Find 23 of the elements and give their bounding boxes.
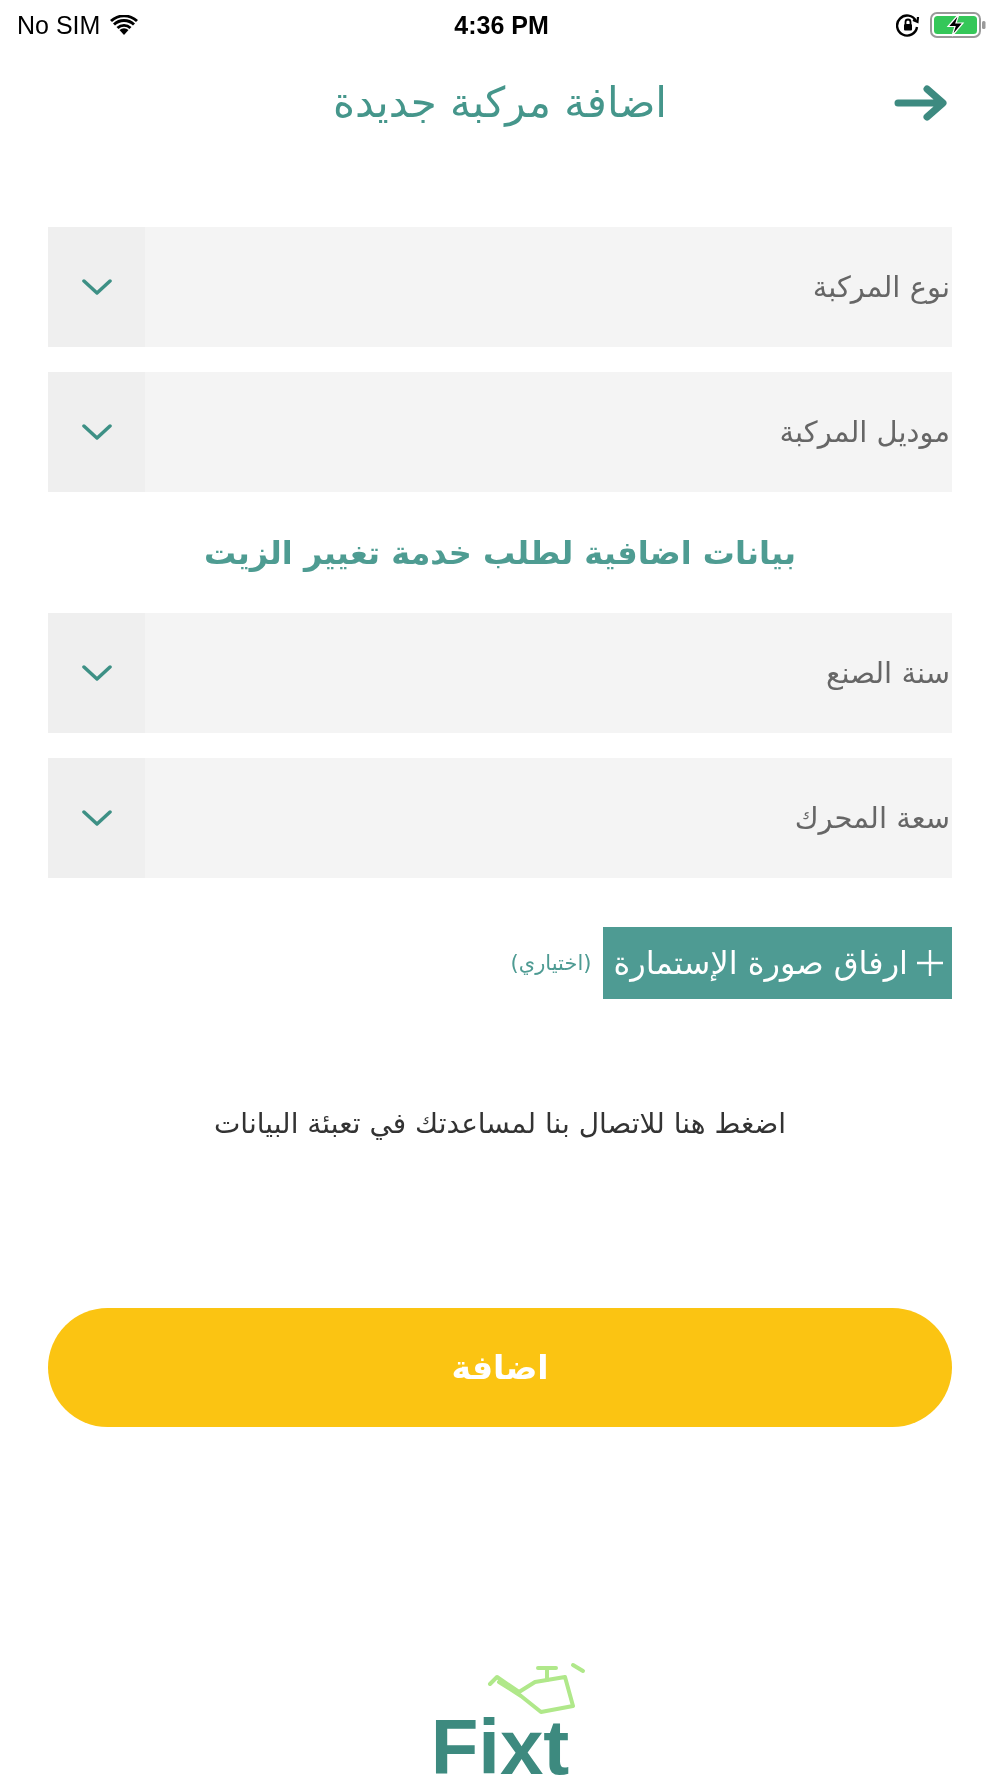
wifi-icon (110, 14, 139, 36)
back-button[interactable] (894, 84, 948, 121)
plus-icon (916, 949, 944, 977)
section-heading: بيانات اضافية لطلب خدمة تغيير الزيت (203, 533, 797, 572)
page-title: اضافة مركبة جديدة (333, 78, 667, 127)
oil-can-icon (487, 1662, 587, 1716)
dropdown-field[interactable]: نوع المركبة (48, 227, 952, 347)
dropdown-field[interactable]: سنة الصنع (48, 613, 952, 733)
chevron-down-icon (81, 664, 112, 682)
logo-text: Fixt (430, 1716, 570, 1778)
chevron-down-icon (81, 278, 112, 296)
contact-help-link[interactable]: اضغط هنا للاتصال بنا لمساعدتك في تعبئة البيانات (214, 1107, 786, 1140)
optional-note: (اختياري) (510, 951, 592, 975)
carrier-label: No SIM (17, 10, 101, 40)
status-time: 4:36 PM (454, 10, 549, 40)
dropdown-field[interactable]: سعة المحرك (48, 758, 952, 878)
attach-form-button[interactable]: ارفاق صورة الإستمارة (603, 927, 952, 999)
dropdown-field[interactable]: موديل المركبة (48, 372, 952, 492)
chevron-down-icon (81, 809, 112, 827)
battery-icon (930, 12, 986, 38)
rotation-lock-icon (896, 13, 920, 37)
chevron-down-icon (81, 423, 112, 441)
arrow-right-icon (894, 84, 948, 121)
